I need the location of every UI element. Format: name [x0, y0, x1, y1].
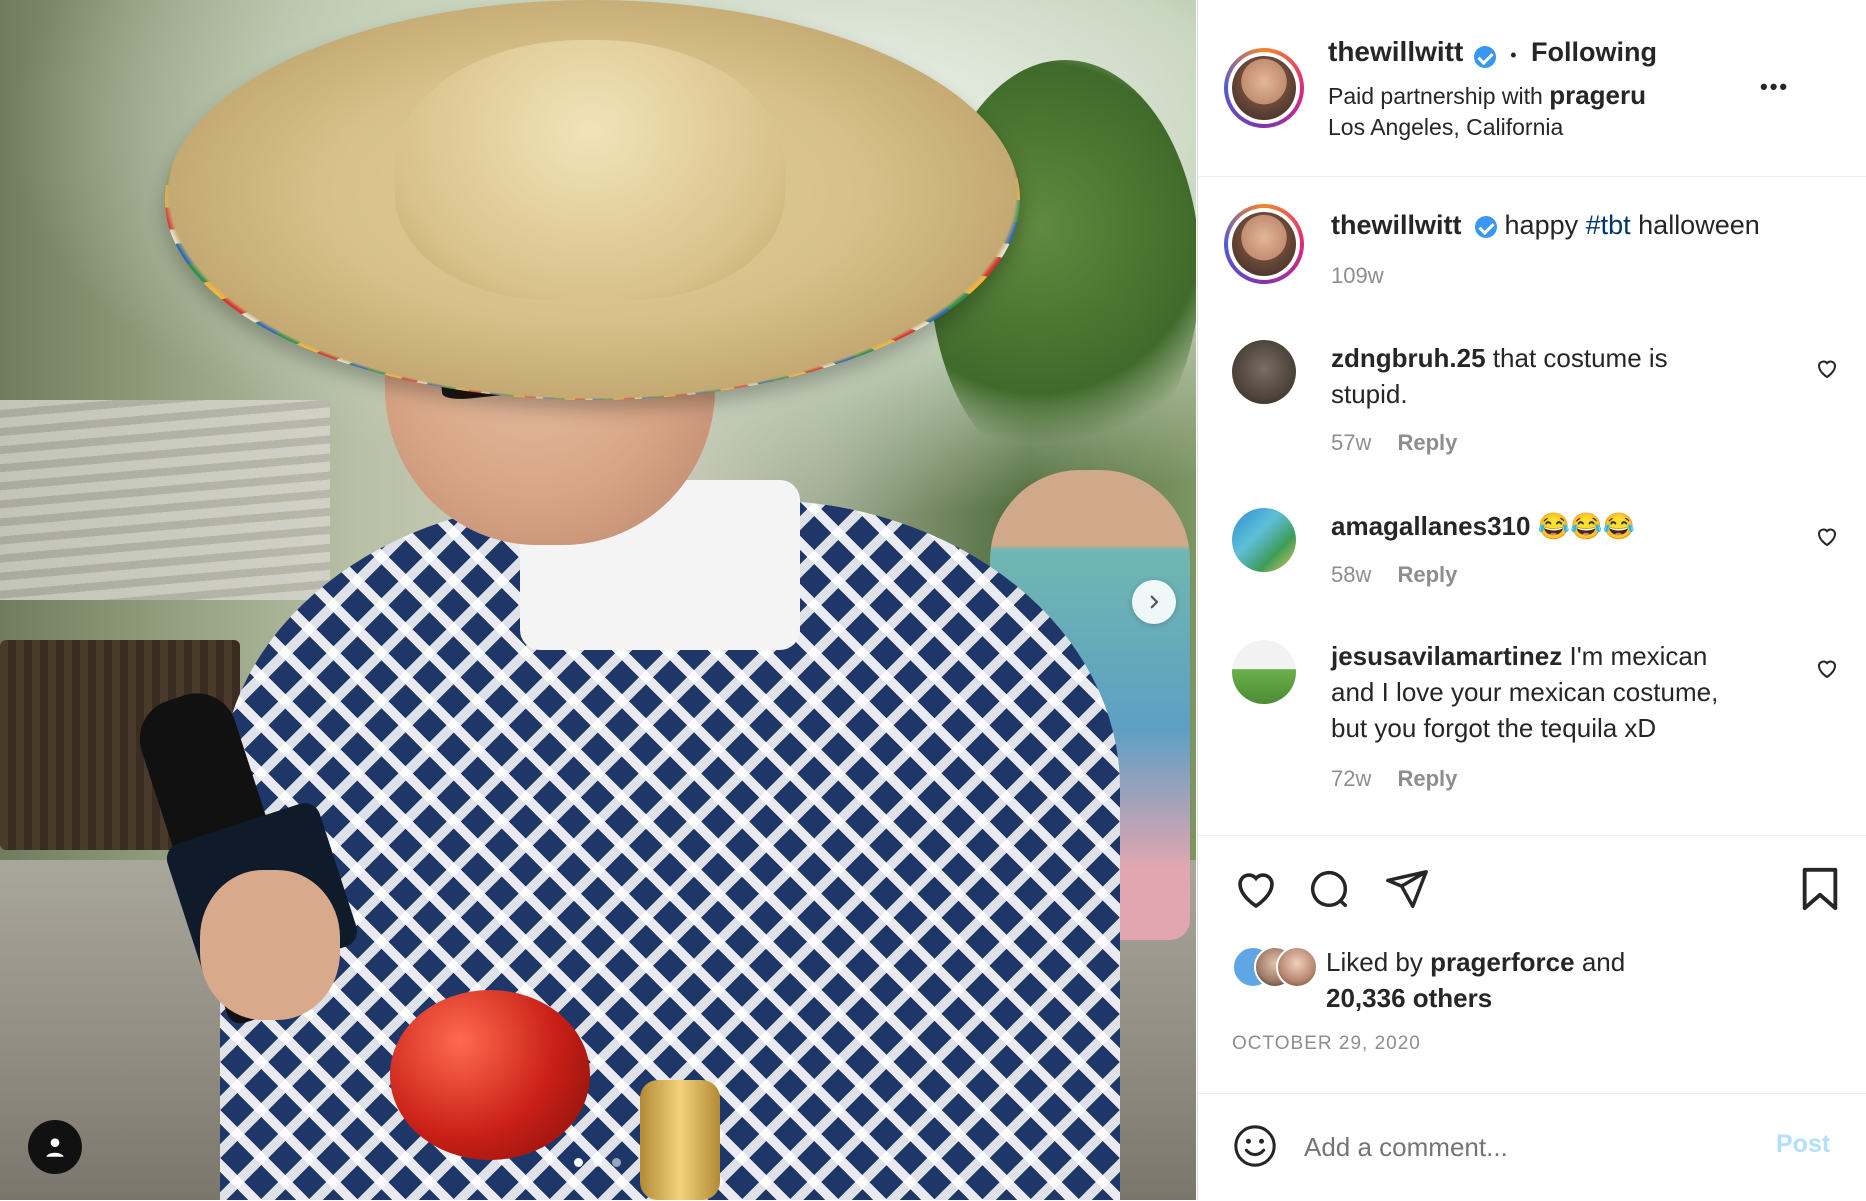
post-header: thewillwitt • Following Paid partnership… — [1198, 0, 1866, 177]
post-media[interactable] — [0, 0, 1196, 1200]
post-comment-button[interactable]: Post — [1776, 1130, 1830, 1159]
location-link[interactable]: Los Angeles, California — [1328, 114, 1563, 141]
carousel-dots — [574, 1158, 621, 1167]
commenter-avatar[interactable] — [1232, 340, 1296, 404]
liked-by-text: Liked by pragerforce and 20,336 others — [1326, 944, 1746, 1016]
media-hand — [200, 870, 340, 1020]
liked-by-avatars[interactable] — [1232, 946, 1318, 988]
media-stairs — [0, 400, 330, 600]
comment-body: zdngbruh.25 that costume is stupid. — [1331, 340, 1771, 412]
comment-input[interactable] — [1302, 1124, 1746, 1170]
comment-like-heart-icon[interactable] — [1815, 357, 1839, 379]
post-actions: Liked by pragerforce and 20,336 others O… — [1198, 835, 1866, 1096]
avatar-image — [1232, 212, 1296, 276]
reply-button[interactable]: Reply — [1397, 766, 1457, 791]
liked-by-prefix: Liked by — [1326, 947, 1423, 977]
comment-text: I'm mexican — [1569, 641, 1708, 671]
more-options-button[interactable]: ••• — [1760, 74, 1789, 100]
caption-author-avatar[interactable] — [1224, 204, 1304, 284]
liker-avatar — [1276, 946, 1318, 988]
caption-username[interactable]: thewillwitt — [1331, 210, 1462, 240]
next-media-button[interactable] — [1132, 580, 1176, 624]
comment-time: 57w — [1331, 430, 1372, 455]
emoji-smiley-icon[interactable] — [1232, 1123, 1278, 1169]
comment-text: that costume is — [1492, 343, 1668, 373]
partnership-prefix: Paid partnership with — [1328, 83, 1543, 109]
commenter-avatar[interactable] — [1232, 640, 1296, 704]
header-title-row: thewillwitt • Following — [1328, 36, 1657, 68]
comment-meta: 72w Reply — [1331, 766, 1457, 792]
caption-text: happy — [1504, 210, 1586, 240]
share-paper-plane-icon[interactable] — [1384, 866, 1430, 912]
comment-username[interactable]: zdngbruh.25 — [1331, 343, 1486, 373]
caption-line: thewillwitt happy #tbt halloween — [1331, 210, 1760, 241]
caption-time: 109w — [1331, 263, 1384, 288]
comment-body: jesusavilamartinez I'm mexican and I lov… — [1331, 638, 1791, 746]
comment-text: 😂😂😂 — [1537, 511, 1635, 541]
author-avatar[interactable] — [1224, 48, 1304, 128]
user-icon — [46, 1138, 64, 1157]
commenter-avatar[interactable] — [1232, 508, 1296, 572]
caption-text-end: halloween — [1630, 210, 1760, 240]
comment-text-line2: stupid. — [1331, 379, 1408, 409]
comment-time: 58w — [1331, 562, 1372, 587]
media-maraca — [390, 990, 590, 1160]
media-sombrero-crown — [395, 40, 785, 300]
comment-meta: 57w Reply — [1331, 430, 1457, 456]
comment-body: amagallanes310 😂😂😂 — [1331, 508, 1635, 544]
liked-by-and: and — [1581, 947, 1626, 977]
hashtag-link[interactable]: #tbt — [1586, 210, 1631, 240]
comment-meta: 58w Reply — [1331, 562, 1457, 588]
post-date: OCTOBER 29, 2020 — [1232, 1033, 1421, 1054]
chevron-right-icon — [1150, 595, 1159, 609]
reply-button[interactable]: Reply — [1397, 562, 1457, 587]
instagram-post-view: thewillwitt • Following Paid partnership… — [0, 0, 1866, 1200]
comment-username[interactable]: amagallanes310 — [1331, 511, 1530, 541]
comment-username[interactable]: jesusavilamartinez — [1331, 641, 1562, 671]
carousel-dot — [574, 1158, 583, 1167]
comment-text-line2: and I love your mexican costume, — [1331, 677, 1719, 707]
add-comment-bar: Post — [1198, 1093, 1866, 1201]
partner-link[interactable]: prageru — [1549, 80, 1646, 110]
verified-badge-icon — [1475, 215, 1498, 238]
media-watch — [640, 1080, 720, 1200]
avatar-image — [1232, 56, 1296, 120]
carousel-dot — [593, 1158, 602, 1167]
more-horizontal-icon: ••• — [1760, 74, 1790, 99]
comment-time: 72w — [1331, 766, 1372, 791]
comment-text-line3: but you forgot the tequila xD — [1331, 713, 1657, 743]
author-username[interactable]: thewillwitt — [1328, 36, 1463, 67]
post-details-panel: thewillwitt • Following Paid partnership… — [1197, 0, 1866, 1200]
tagged-users-button[interactable] — [28, 1120, 82, 1174]
follow-status-button[interactable]: Following — [1531, 37, 1657, 67]
reply-button[interactable]: Reply — [1397, 430, 1457, 455]
likes-count-link[interactable]: 20,336 others — [1326, 983, 1492, 1013]
comment-like-heart-icon[interactable] — [1815, 657, 1839, 679]
save-bookmark-icon[interactable] — [1800, 866, 1840, 912]
header-separator: • — [1510, 45, 1517, 65]
liked-by-user[interactable]: pragerforce — [1430, 947, 1575, 977]
carousel-dot — [612, 1158, 621, 1167]
paid-partnership-row: Paid partnership with prageru — [1328, 80, 1646, 111]
comment-bubble-icon[interactable] — [1306, 866, 1352, 912]
comment-like-heart-icon[interactable] — [1815, 525, 1839, 547]
like-heart-icon[interactable] — [1232, 866, 1280, 910]
verified-badge-icon — [1473, 45, 1496, 68]
